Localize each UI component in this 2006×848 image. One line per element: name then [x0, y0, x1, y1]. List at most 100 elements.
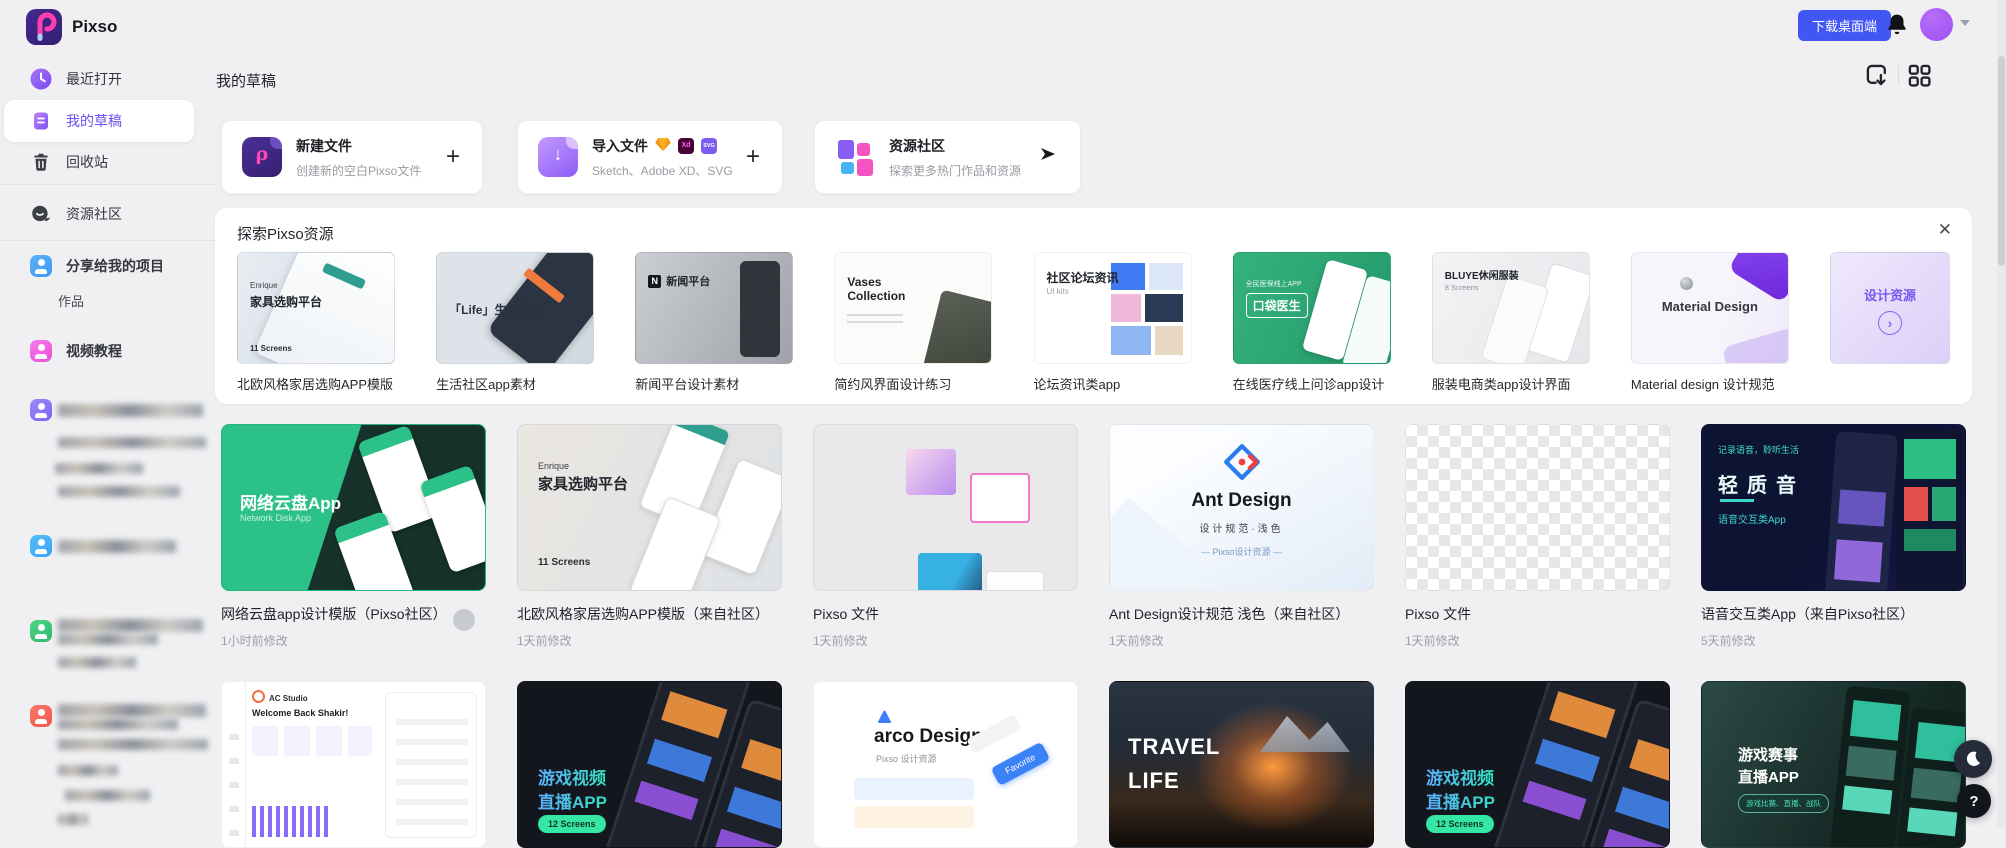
svg-icon: SVG — [701, 138, 717, 154]
new-file-card[interactable]: ρ 新建文件 创建新的空白Pixso文件 + — [221, 120, 483, 194]
redacted-subitem[interactable] — [58, 486, 180, 497]
file-thumbnail[interactable]: AC Studio Welcome Back Shakir! — [221, 681, 486, 848]
file-card-travel-life[interactable]: TRAVEL LIFE — [1109, 681, 1374, 848]
file-thumbnail[interactable]: 记录语音，聆听生活 轻质音 语音交互类App — [1701, 424, 1966, 591]
file-card-empty-pixso-file[interactable]: Pixso 文件 1天前修改 — [1405, 424, 1670, 649]
file-meta: 1天前修改 — [813, 632, 1078, 649]
help-button[interactable]: ? — [1957, 784, 1991, 818]
sidebar-item-drafts[interactable]: 我的草稿 — [4, 100, 194, 142]
trash-icon — [30, 151, 52, 173]
file-meta: 1小时前修改 — [221, 632, 486, 649]
notification-bell-icon[interactable] — [1884, 12, 1910, 38]
scrollbar-thumb[interactable] — [1998, 56, 2005, 266]
template-card-nordic[interactable]: Enrique 家具选购平台 11 Screens 北欧风格家居选购APP模版 — [237, 252, 395, 393]
redacted-subitem[interactable] — [58, 657, 136, 668]
file-card-dashboard[interactable]: AC Studio Welcome Back Shakir! — [221, 681, 486, 848]
team-avatar-icon — [30, 535, 52, 557]
redacted-team-item[interactable] — [0, 392, 215, 428]
shared-avatar-icon — [30, 255, 52, 277]
file-card-voice-app[interactable]: 记录语音，聆听生活 轻质音 语音交互类App 语音交互类App（来自Pixso社… — [1701, 424, 1966, 649]
template-card-material[interactable]: Material Design Material design 设计规范 — [1631, 252, 1789, 393]
plus-icon[interactable]: + — [446, 143, 460, 171]
redacted-team-item[interactable] — [0, 528, 215, 564]
plus-icon[interactable]: + — [746, 143, 760, 171]
collaborator-avatar[interactable] — [453, 609, 475, 631]
import-file-title: 导入文件 — [592, 136, 648, 156]
file-thumbnail[interactable] — [813, 424, 1078, 591]
file-card-arco-design[interactable]: arco Design Pixso 设计资源 Favorite — [813, 681, 1078, 848]
template-card-clothing[interactable]: BLUYE休闲服装 8 Screens 服装电商类app设计界面 — [1432, 252, 1590, 393]
moon-icon — [1963, 749, 1983, 769]
grid-view-icon[interactable] — [1906, 62, 1932, 88]
resource-community-card[interactable]: 资源社区 探索更多热门作品和资源 — [814, 120, 1081, 194]
template-card-forum[interactable]: 社区论坛资讯 UI kits 论坛资讯类app — [1034, 252, 1192, 393]
template-caption: 生活社区app素材 — [436, 374, 594, 393]
import-file-subtitle: Sketch、Adobe XD、SVG — [592, 162, 733, 179]
tutorials-avatar-icon — [30, 340, 52, 362]
redacted-subitem[interactable] — [55, 463, 143, 474]
file-card-pixso-file[interactable]: Pixso 文件 1天前修改 — [813, 424, 1078, 649]
team-avatar-icon — [30, 399, 52, 421]
redacted-subitem[interactable] — [58, 765, 118, 776]
resource-community-icon — [835, 137, 875, 177]
template-card-medical[interactable]: 全民医保线上APP 口袋医生 在线医疗线上问诊app设计 — [1233, 252, 1391, 393]
redacted-subitem[interactable] — [58, 437, 206, 448]
file-card-ant-design[interactable]: Ant Design 设计规范·浅色 — Pixso设计资源 — Ant Des… — [1109, 424, 1374, 649]
community-cloud-icon — [30, 203, 52, 225]
sidebar-subitem-works[interactable]: 作品 — [58, 291, 84, 310]
file-thumbnail[interactable]: 游戏赛事 直播APP 游戏比赛、直播、战队 — [1701, 681, 1966, 848]
theme-toggle-button[interactable] — [1954, 740, 1992, 778]
sidebar-item-trash[interactable]: 回收站 — [0, 144, 215, 180]
template-card-vases[interactable]: Vases Collection 简约风界面设计练习 — [834, 252, 992, 393]
file-card-cloud-app[interactable]: 网络云盘App Network Disk App 网络云盘app设计模版（Pix… — [221, 424, 486, 649]
team-avatar-icon — [30, 705, 52, 727]
draft-file-icon — [30, 110, 52, 132]
file-thumbnail[interactable]: arco Design Pixso 设计资源 Favorite — [813, 681, 1078, 848]
redacted-subitem[interactable] — [58, 739, 208, 750]
new-file-icon: ρ — [242, 137, 282, 177]
file-thumbnail[interactable]: 游戏视频 直播APP 12 Screens — [1405, 681, 1670, 848]
sort-order-icon[interactable] — [1864, 62, 1890, 88]
file-card-game-live-2[interactable]: 游戏视频 直播APP 12 Screens — [1405, 681, 1670, 848]
sidebar-item-shared[interactable]: 分享给我的项目 — [0, 248, 215, 284]
file-thumbnail[interactable]: 游戏视频 直播APP 12 Screens — [517, 681, 782, 848]
redacted-text — [58, 404, 203, 417]
file-thumbnail[interactable]: TRAVEL LIFE — [1109, 681, 1374, 848]
arrow-circle-icon: › — [1878, 311, 1902, 335]
file-card-esport[interactable]: 游戏赛事 直播APP 游戏比赛、直播、战队 — [1701, 681, 1966, 848]
clock-icon — [30, 68, 52, 90]
template-card-news[interactable]: N 新闻平台 新闻平台设计素材 — [635, 252, 793, 393]
sidebar-item-tutorials[interactable]: 视频教程 — [0, 333, 215, 369]
redacted-team-item[interactable] — [0, 613, 215, 649]
redacted-text — [58, 540, 176, 553]
import-file-card[interactable]: ↓ 导入文件 Xd SVG Sketch、Adobe XD、SVG + — [517, 120, 783, 194]
redacted-text — [58, 619, 203, 632]
file-card-nordic-app[interactable]: Enrique 家具选购平台 11 Screens 北欧风格家居选购APP模版（… — [517, 424, 782, 649]
file-thumbnail[interactable]: 网络云盘App Network Disk App — [221, 424, 486, 591]
file-meta: 1天前修改 — [1405, 632, 1670, 649]
sidebar-item-recent[interactable]: 最近打开 — [0, 61, 215, 97]
sidebar-divider — [0, 184, 215, 185]
avatar-caret-icon[interactable] — [1960, 20, 1970, 26]
scrollbar-track[interactable] — [1997, 0, 2006, 827]
redacted-team-item[interactable] — [0, 698, 215, 734]
arrow-right-icon[interactable] — [1038, 143, 1058, 171]
template-card-life[interactable]: 「Life」生活社区 生活社区app素材 — [436, 252, 594, 393]
file-meta: 5天前修改 — [1701, 632, 1966, 649]
file-thumbnail[interactable] — [1405, 424, 1670, 591]
redacted-subitem[interactable] — [58, 814, 88, 825]
file-title: 北欧风格家居选购APP模版（来自社区） — [517, 604, 782, 624]
template-caption: 新闻平台设计素材 — [635, 374, 793, 393]
design-resources-card[interactable]: 设计资源 › — [1830, 252, 1950, 393]
download-desktop-button[interactable]: 下载桌面端 — [1798, 10, 1891, 41]
team-avatar-icon — [30, 620, 52, 642]
close-icon[interactable]: ✕ — [1938, 220, 1952, 240]
template-caption: 服装电商类app设计界面 — [1432, 374, 1590, 393]
user-avatar[interactable] — [1920, 8, 1953, 41]
new-file-subtitle: 创建新的空白Pixso文件 — [296, 162, 421, 179]
file-thumbnail[interactable]: Ant Design 设计规范·浅色 — Pixso设计资源 — — [1109, 424, 1374, 591]
redacted-subitem[interactable] — [65, 790, 150, 801]
file-thumbnail[interactable]: Enrique 家具选购平台 11 Screens — [517, 424, 782, 591]
sidebar-item-community[interactable]: 资源社区 — [0, 196, 215, 232]
file-card-game-live[interactable]: 游戏视频 直播APP 12 Screens — [517, 681, 782, 848]
